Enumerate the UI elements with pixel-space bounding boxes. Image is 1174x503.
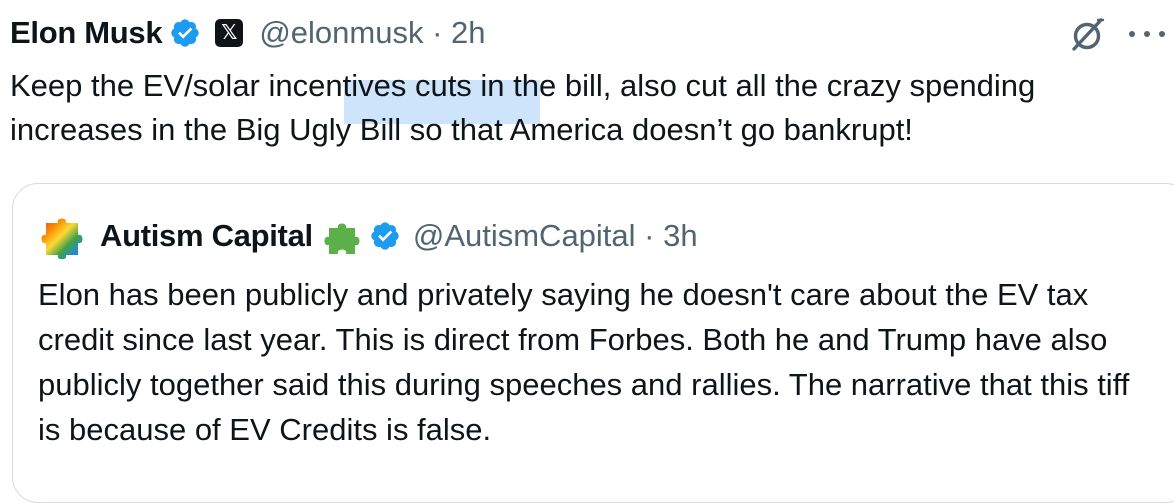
tweet: Elon Musk 𝕏 @elonmusk · 2h Keep the EV/s… [0,0,1174,503]
x-affiliation-badge: 𝕏 [215,19,244,47]
avatar-puzzle-rainbow-icon[interactable] [38,213,94,259]
more-options-icon[interactable] [1124,20,1170,48]
dot-icon [1143,31,1150,37]
tweet-header: Elon Musk 𝕏 @elonmusk · 2h [10,12,486,54]
puzzle-piece-icon [324,223,360,254]
quoted-tweet-text: Elon has been publicly and privately say… [38,277,1130,447]
verified-badge-icon [371,222,399,250]
tweet-text: Keep the EV/solar incentives cuts in the… [10,68,1036,147]
quoted-tweet-header: Autism Capital @AutismCapital · 3h [38,213,698,259]
author-name[interactable]: Elon Musk [10,15,163,51]
grok-icon[interactable] [1068,14,1108,54]
quoted-author-name[interactable]: Autism Capital [100,218,313,254]
author-handle-time[interactable]: @elonmusk · 2h [259,15,485,51]
dot-icon [1159,31,1166,37]
quoted-author-handle-time[interactable]: @AutismCapital · 3h [413,218,698,254]
verified-badge-icon [171,19,199,47]
dot-icon [1128,31,1135,37]
